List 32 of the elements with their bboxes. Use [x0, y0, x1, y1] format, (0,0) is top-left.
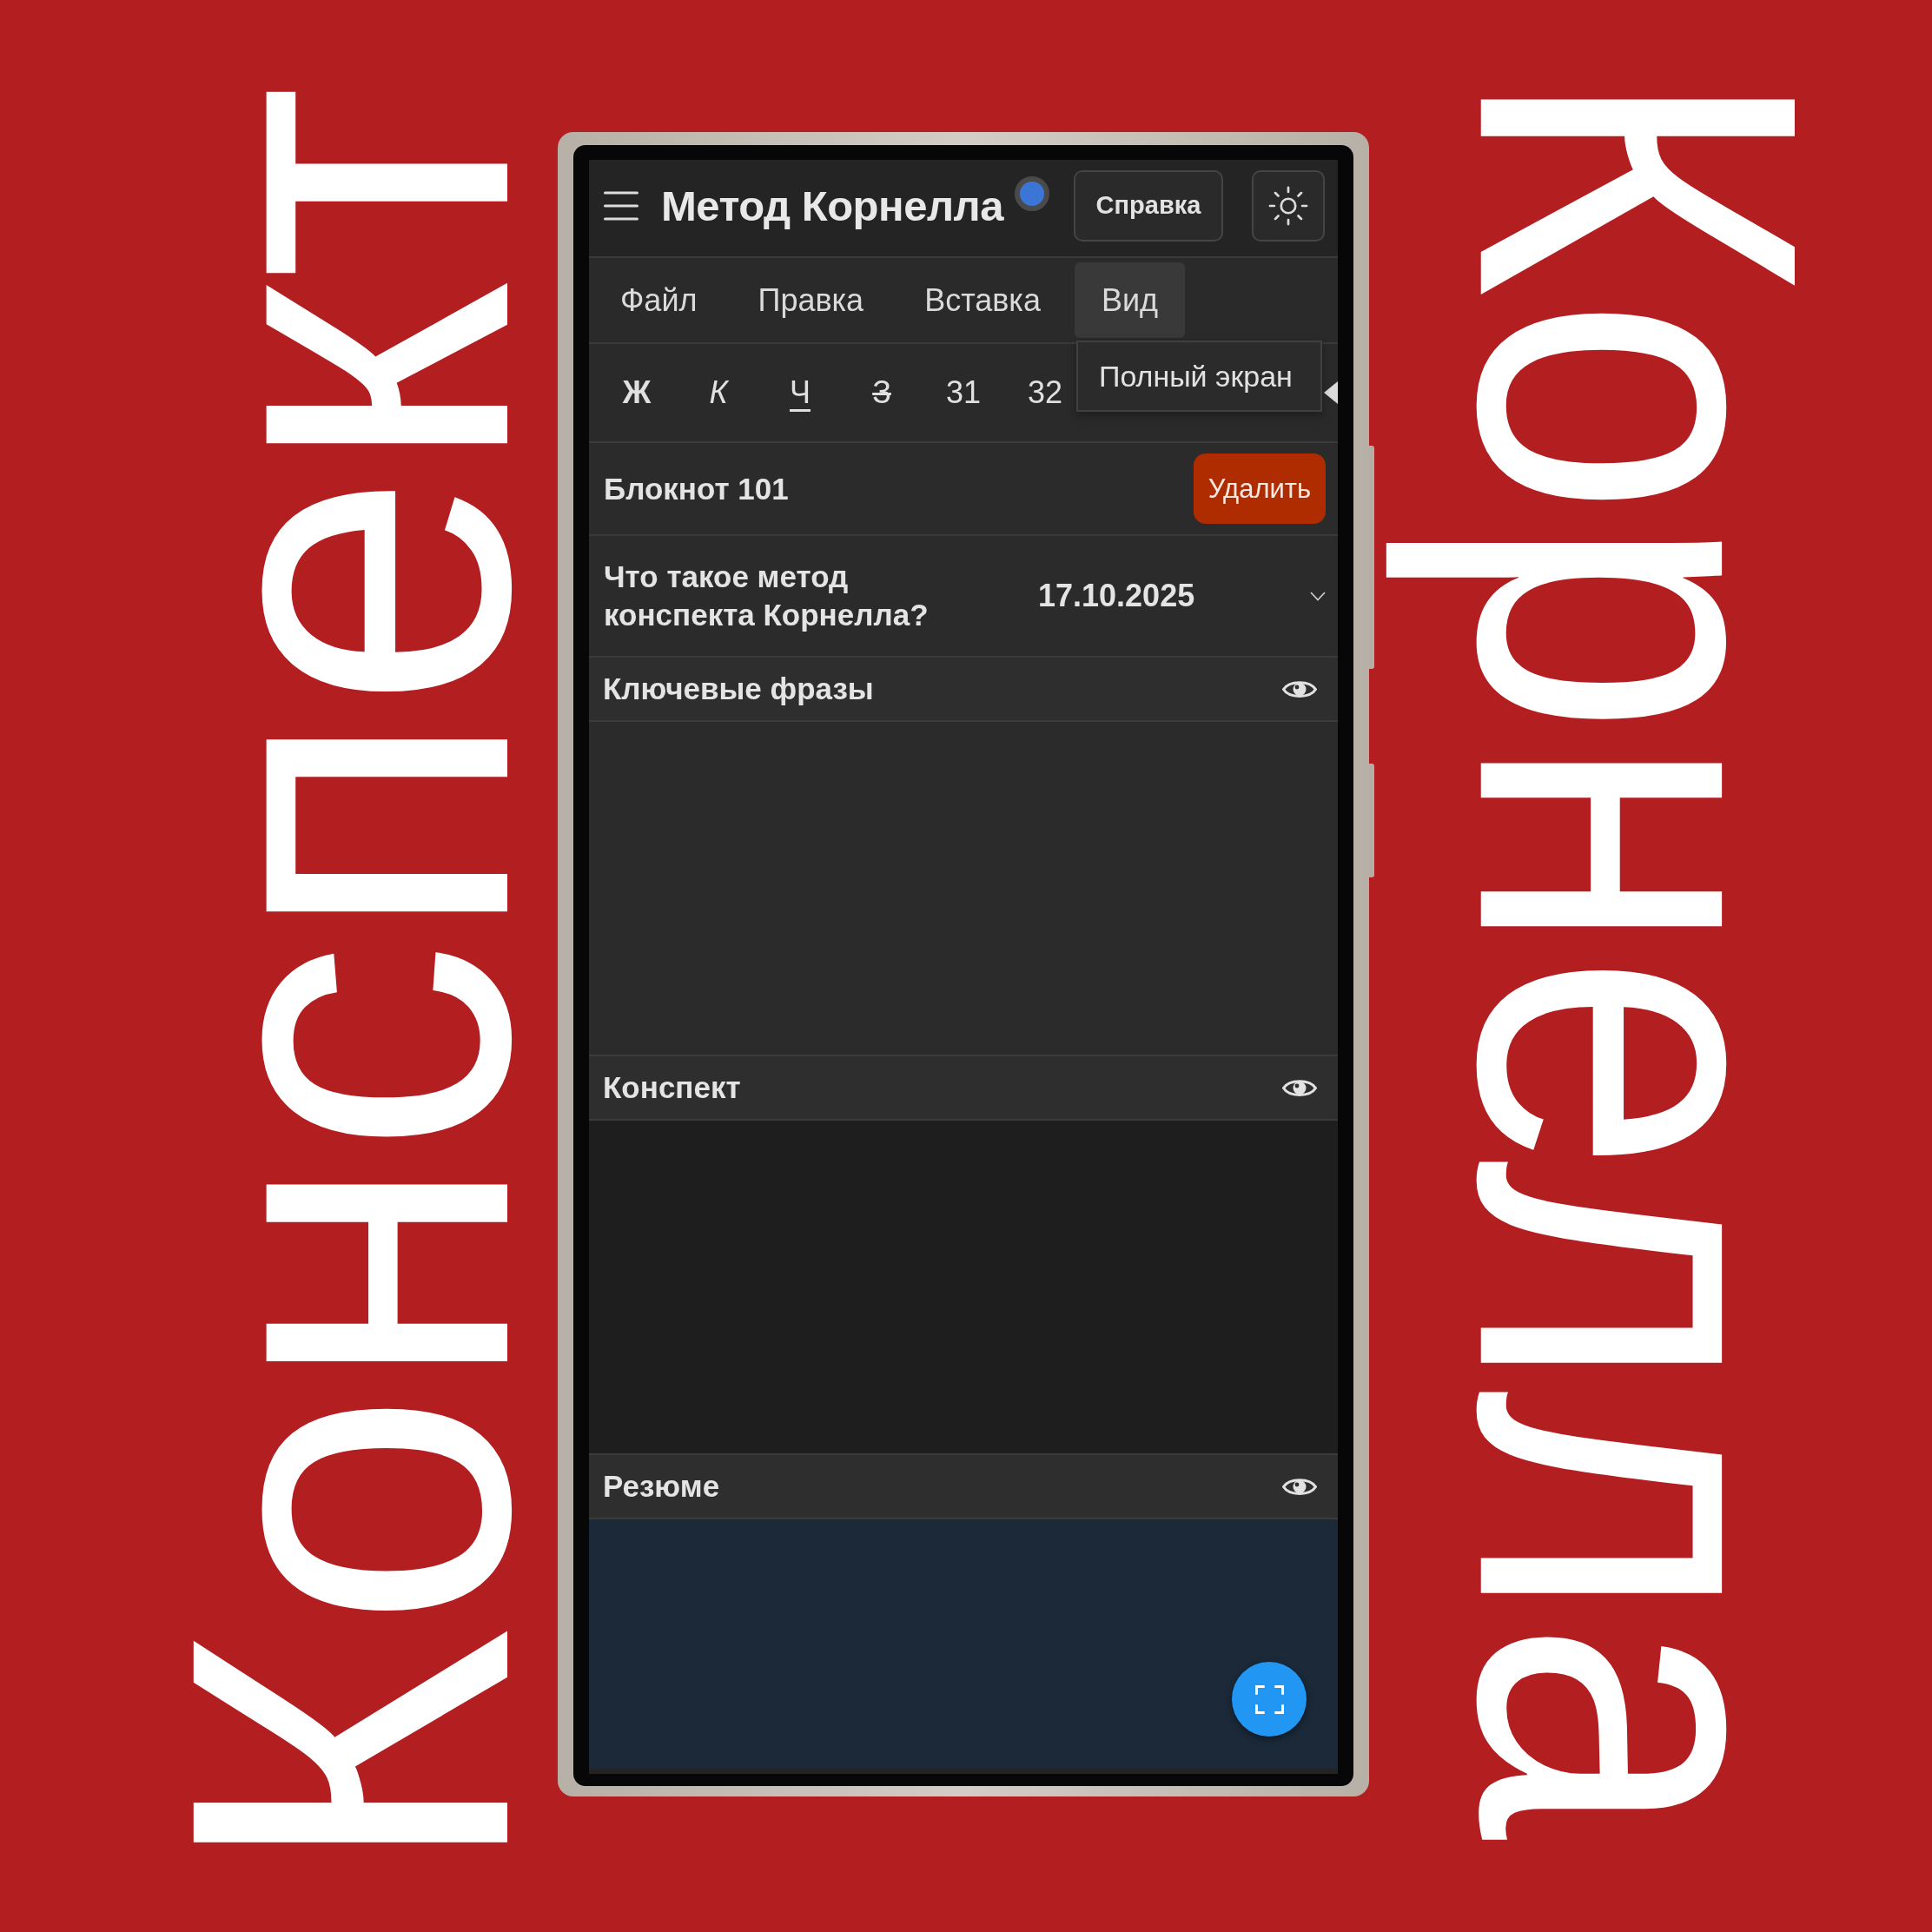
toolbar-button[interactable]: 31 — [929, 358, 998, 427]
underline-button[interactable]: Ч — [765, 358, 835, 427]
section-text-field[interactable] — [589, 722, 1338, 1055]
section-text-field[interactable] — [589, 1519, 1338, 1769]
section-text-field[interactable] — [589, 1121, 1338, 1453]
note-title: Что такое метод конспекта Корнелла? — [604, 559, 930, 633]
app-title: Метод Корнелла — [661, 181, 1003, 230]
theme-button[interactable] — [1252, 169, 1325, 242]
menu-bar-item[interactable]: Вставка — [897, 262, 1068, 338]
section-title: Ключевые фразы — [603, 672, 874, 706]
left-triangle-icon[interactable] — [1324, 381, 1338, 404]
notebook-title: Блокнот 101 — [604, 471, 789, 506]
help-button[interactable]: Справка — [1074, 169, 1223, 242]
toolbar-button[interactable]: 32 — [1010, 358, 1080, 427]
vertical-title: Конспект — [144, 84, 555, 1877]
bold-button[interactable]: Ж — [602, 358, 672, 427]
menu-bar-item[interactable]: Правка — [731, 262, 891, 338]
menu-bar-item[interactable]: Файл — [593, 262, 724, 338]
dropdown-item[interactable]: Полный экран — [1077, 359, 1293, 394]
menu-bar-item[interactable]: Вид — [1074, 262, 1186, 338]
sun-icon — [1268, 185, 1308, 226]
delete-button[interactable]: Удалить — [1194, 453, 1326, 524]
strikethrough-button[interactable]: З — [847, 358, 916, 427]
vertical-title: Корнелла — [1383, 66, 1895, 1840]
section-title: Конспект — [603, 1070, 741, 1105]
fullscreen-icon — [1254, 1684, 1284, 1714]
note-date: 17.10.2025 — [1038, 578, 1195, 614]
italic-button[interactable]: К — [684, 358, 753, 427]
menu-icon[interactable] — [604, 190, 638, 221]
section-title: Резюме — [603, 1469, 720, 1504]
touch-dot-icon — [1015, 176, 1049, 211]
chevron-down-icon[interactable] — [1310, 591, 1326, 601]
